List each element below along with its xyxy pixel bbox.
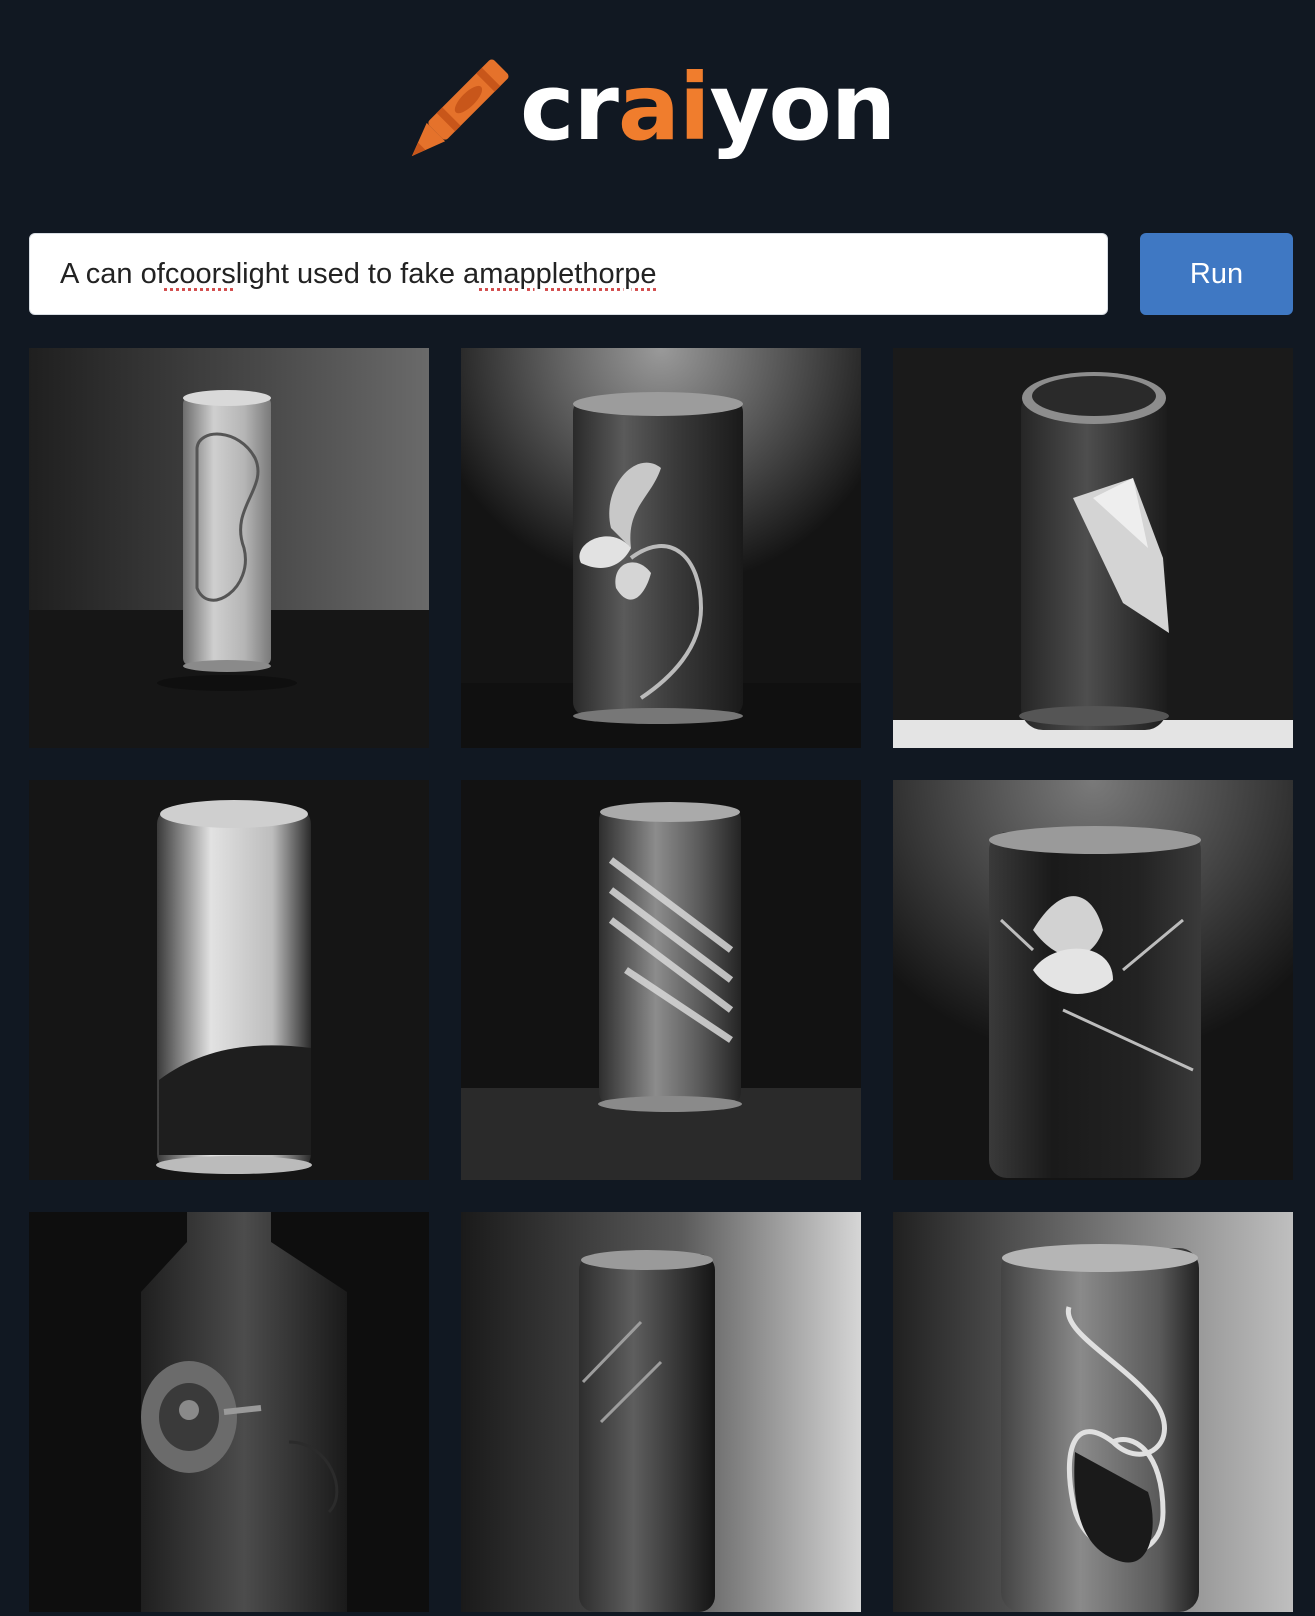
prompt-text-misspelled-1: coors <box>164 257 236 290</box>
craiyon-logo[interactable]: craiyon <box>398 52 918 182</box>
result-image-2[interactable] <box>461 348 861 748</box>
result-image-5[interactable] <box>461 780 861 1180</box>
prompt-input[interactable]: A can of coors light used to fake a mapp… <box>29 233 1108 315</box>
prompt-text-2: light used to fake a <box>235 257 480 290</box>
prompt-text-1: A can of <box>60 257 165 290</box>
crayon-icon <box>411 59 509 157</box>
prompt-bar: A can of coors light used to fake a mapp… <box>29 233 1293 315</box>
result-image-8[interactable] <box>461 1212 861 1612</box>
logo-text-start: cr <box>520 54 619 161</box>
app-header: craiyon <box>0 0 1315 220</box>
logo-text-accent: ai <box>617 54 711 161</box>
results-grid <box>29 348 1293 1612</box>
result-image-4[interactable] <box>29 780 429 1180</box>
result-image-3[interactable] <box>893 348 1293 748</box>
result-image-9[interactable] <box>893 1212 1293 1612</box>
result-image-1[interactable] <box>29 348 429 748</box>
prompt-text-misspelled-2: mapplethorpe <box>479 257 657 290</box>
result-image-7[interactable] <box>29 1212 429 1612</box>
logo-wordmark: craiyon <box>520 62 896 154</box>
result-image-6[interactable] <box>893 780 1293 1180</box>
logo-text-end: yon <box>709 54 897 161</box>
run-button[interactable]: Run <box>1140 233 1293 315</box>
